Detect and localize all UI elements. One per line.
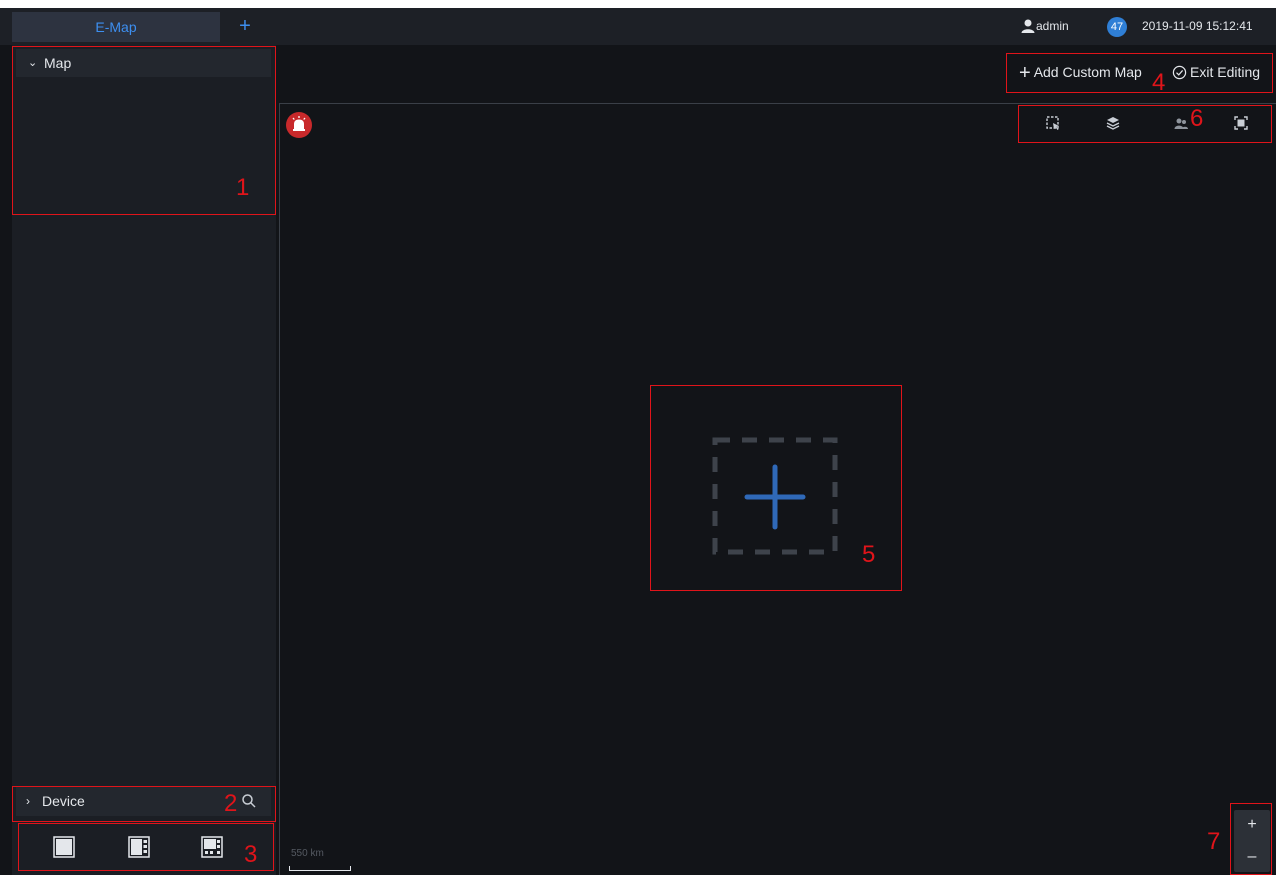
callout-number-5: 5 bbox=[862, 541, 876, 568]
callout-box-3 bbox=[18, 823, 274, 871]
app-window: E-Map + admin 47 2019-11-09 15:12:41 ⌄ M… bbox=[0, 8, 1276, 875]
scale-line bbox=[289, 866, 351, 871]
user-icon bbox=[1021, 19, 1035, 33]
callout-box-4 bbox=[1006, 53, 1273, 93]
add-tab-button[interactable]: + bbox=[230, 12, 260, 42]
alarm-button[interactable] bbox=[286, 112, 312, 138]
alarm-count-badge[interactable]: 47 bbox=[1107, 17, 1127, 37]
callout-number-7: 7 bbox=[1207, 828, 1221, 855]
callout-number-1: 1 bbox=[236, 174, 250, 201]
callout-number-4: 4 bbox=[1152, 69, 1166, 96]
top-bar: E-Map + admin 47 2019-11-09 15:12:41 bbox=[0, 8, 1276, 45]
scale-bar: 550 km bbox=[289, 844, 359, 874]
callout-box-6 bbox=[1018, 105, 1272, 143]
alarm-icon bbox=[292, 116, 306, 131]
clock: 2019-11-09 15:12:41 bbox=[1142, 19, 1253, 33]
callout-number-2: 2 bbox=[224, 790, 238, 817]
scale-label: 550 km bbox=[291, 848, 324, 859]
tab-emap[interactable]: E-Map bbox=[12, 12, 220, 42]
user-name[interactable]: admin bbox=[1036, 19, 1069, 33]
callout-number-3: 3 bbox=[244, 841, 258, 868]
callout-number-6: 6 bbox=[1190, 105, 1204, 132]
callout-box-7 bbox=[1230, 803, 1272, 875]
